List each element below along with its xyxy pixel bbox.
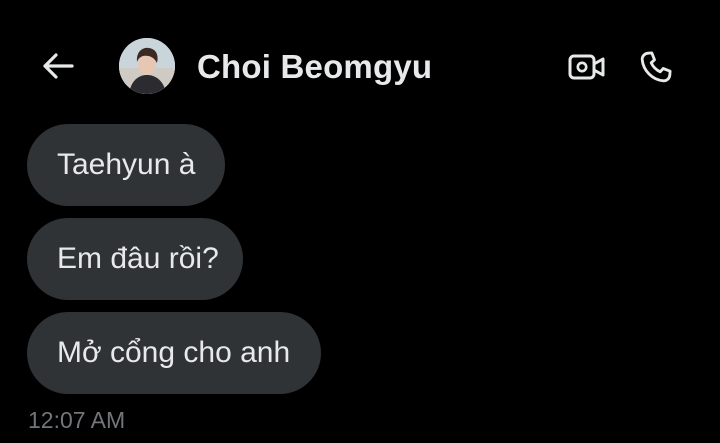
contact-name[interactable]: Choi Beomgyu <box>197 48 432 86</box>
message-bubble[interactable]: Em đâu rồi? <box>27 218 243 300</box>
video-call-button[interactable] <box>565 45 609 89</box>
message-bubble[interactable]: Mở cổng cho anh <box>27 312 321 394</box>
conversation-header: Choi Beomgyu <box>0 0 720 120</box>
phone-icon <box>640 51 672 83</box>
message-text: Em đâu rồi? <box>57 242 219 275</box>
video-call-icon <box>568 54 605 80</box>
avatar[interactable] <box>119 38 175 94</box>
message-text: Taehyun à <box>57 148 196 181</box>
message-bubble[interactable]: Taehyun à <box>27 124 225 206</box>
back-button[interactable] <box>38 48 78 84</box>
avatar-image <box>119 38 175 94</box>
message-text: Mở cổng cho anh <box>57 336 291 369</box>
message-timestamp: 12:07 AM <box>28 407 126 433</box>
arrow-left-icon <box>43 53 74 79</box>
voice-call-button[interactable] <box>634 45 678 89</box>
